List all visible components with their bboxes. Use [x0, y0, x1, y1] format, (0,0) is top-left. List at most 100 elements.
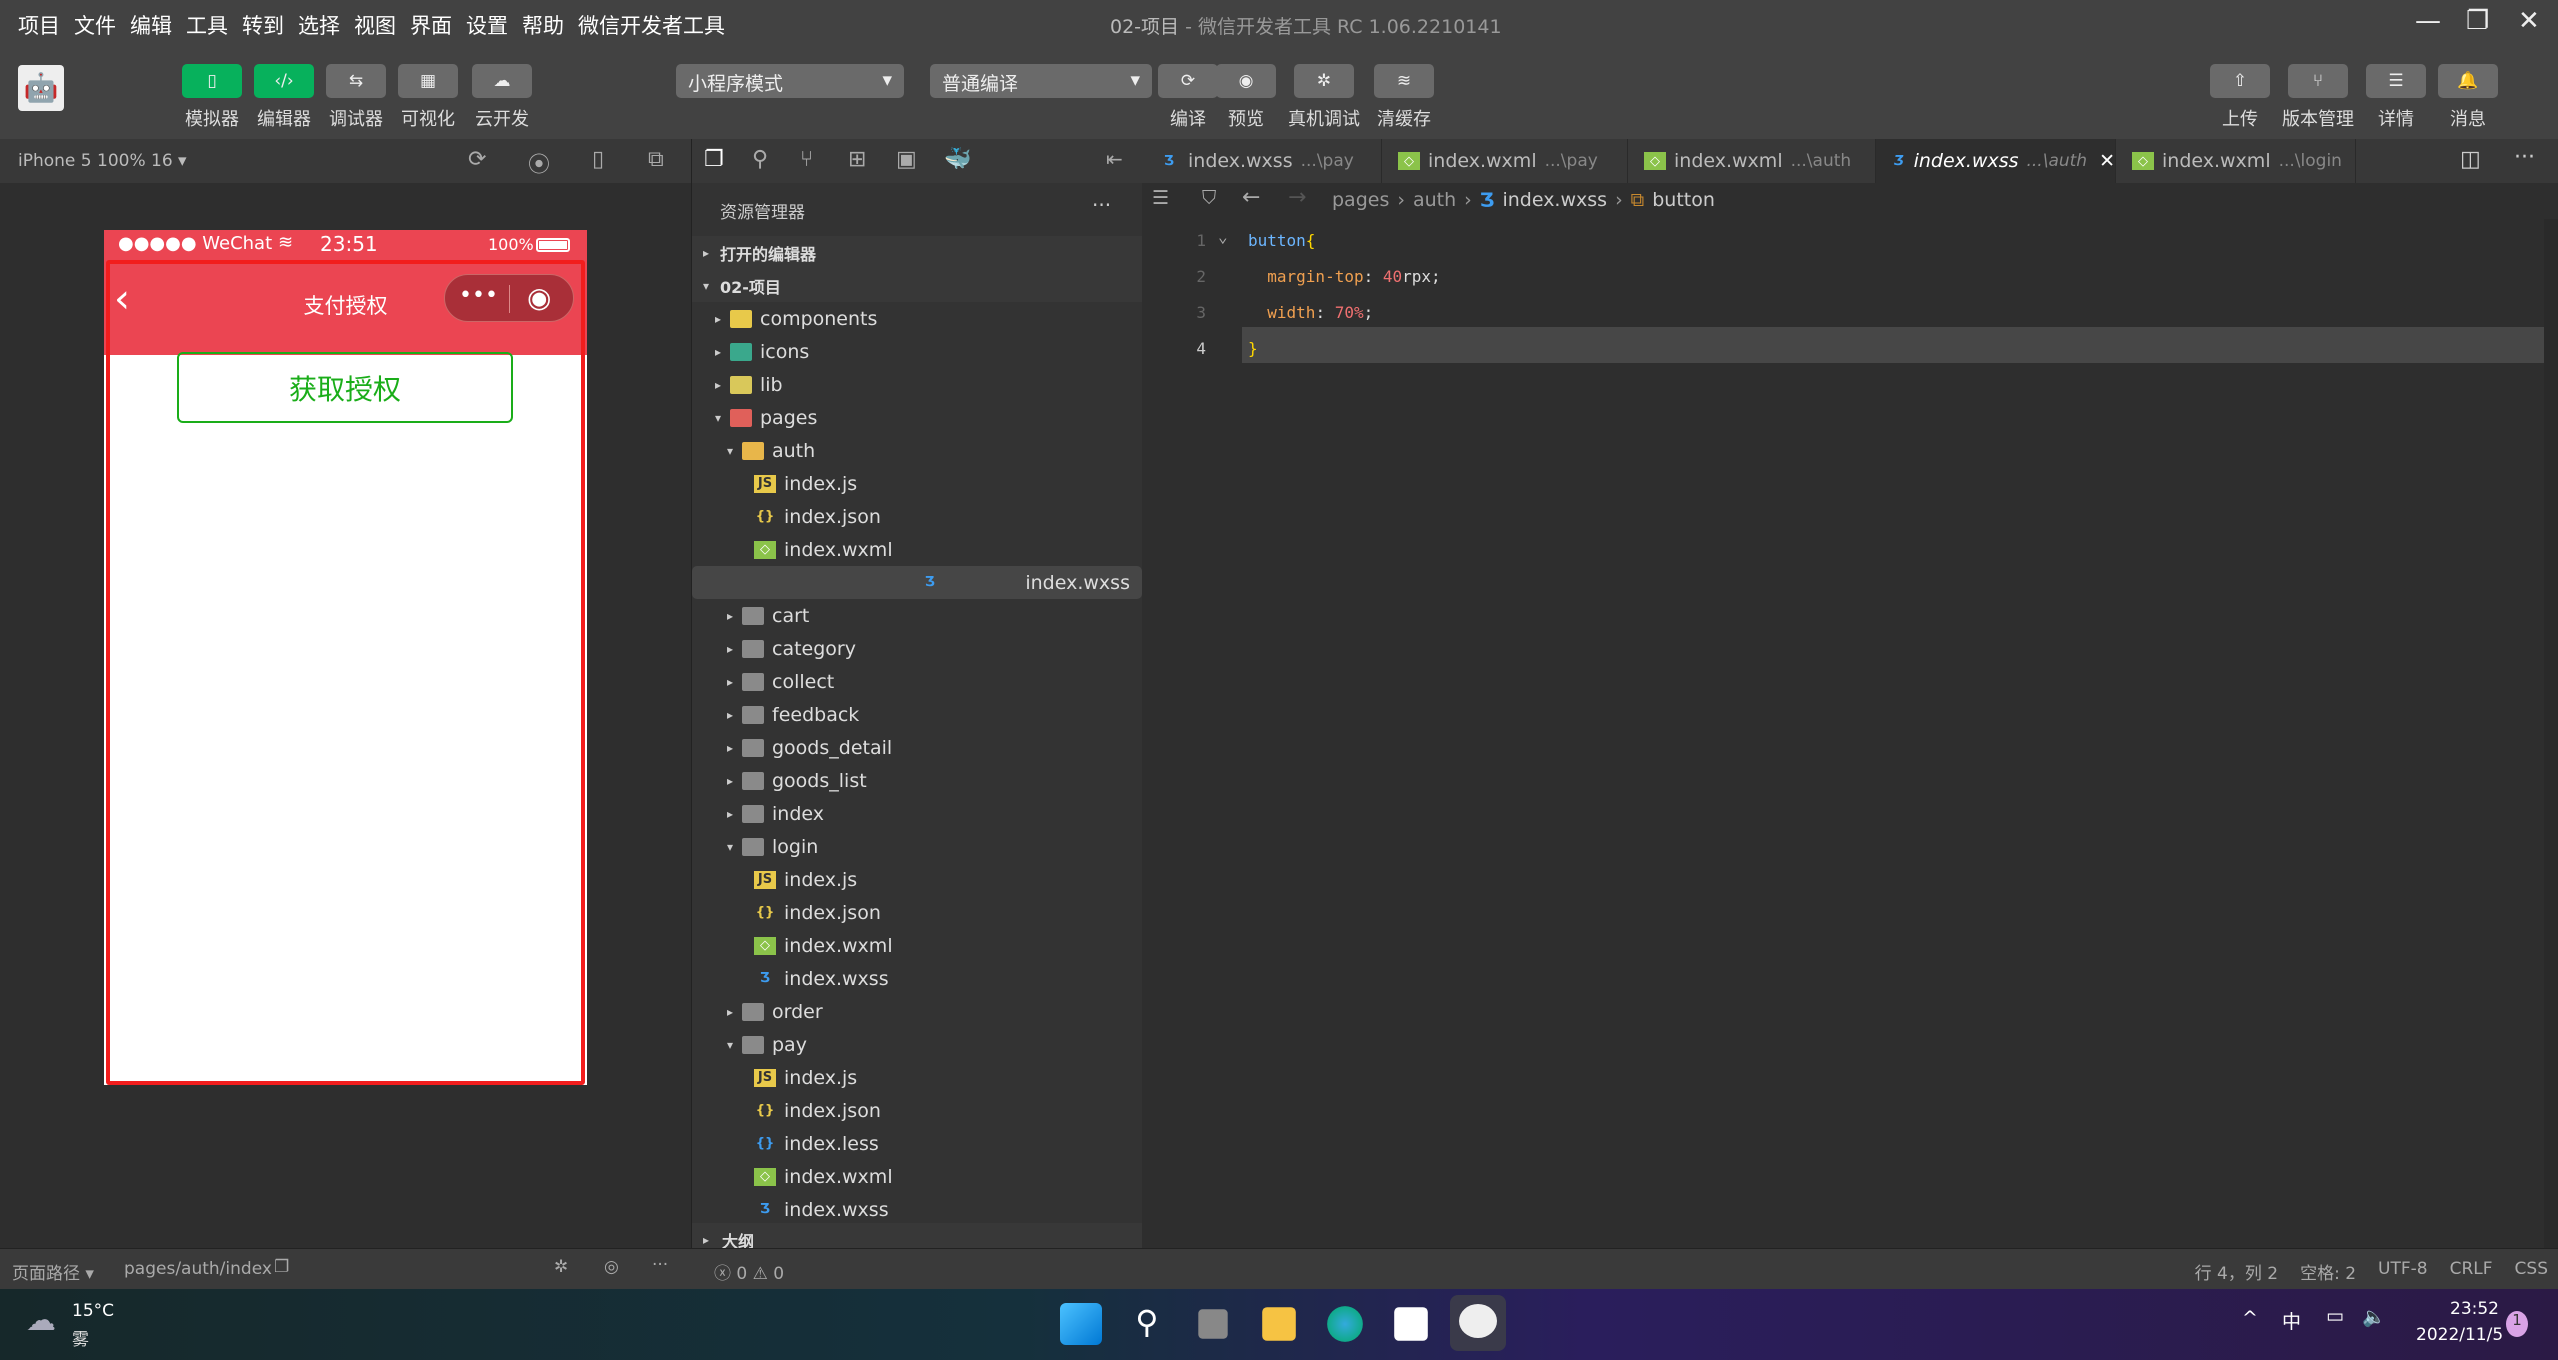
tree-file[interactable]: ◇ index.wxml [692, 533, 1142, 566]
device-select[interactable]: iPhone 5 100% 16 ▾ [18, 151, 187, 171]
files-icon[interactable]: ❐ [704, 147, 724, 172]
breadcrumb-item[interactable]: pages [1332, 189, 1389, 211]
tree-folder[interactable]: ▾ 02-项目 [692, 269, 1142, 302]
tab-index-wxml[interactable]: ◇ index.wxml ...\auth [1628, 139, 1876, 183]
menu-item[interactable]: 转到 [242, 10, 284, 40]
clear-cache-button[interactable]: ≋ [1374, 64, 1434, 98]
menu-item[interactable]: 设置 [466, 10, 508, 40]
menu-item[interactable]: 微信开发者工具 [578, 10, 725, 40]
tree-folder[interactable]: ▸ goods_list [692, 764, 1142, 797]
encoding[interactable]: UTF-8 [2378, 1259, 2428, 1284]
date[interactable]: 2022/11/5 [2416, 1325, 2503, 1345]
network-icon[interactable]: ▭ [2326, 1305, 2344, 1327]
tree-folder[interactable]: ▸ feedback [692, 698, 1142, 731]
tree-file[interactable]: {} index.less [692, 1127, 1142, 1160]
tree-folder[interactable]: ▾ pages [692, 401, 1142, 434]
list-icon[interactable]: ☰ [1152, 187, 1169, 209]
volume-icon[interactable]: 🔈 [2362, 1305, 2386, 1328]
phone-icon[interactable]: ▯ [592, 147, 604, 172]
debugger-button[interactable]: ⇆ [326, 64, 386, 98]
problems-count[interactable]: ⓧ 0 ⚠ 0 [714, 1259, 784, 1284]
menu-item[interactable]: 文件 [74, 10, 116, 40]
more-actions-icon[interactable]: ··· [2514, 145, 2535, 170]
detach-window-icon[interactable]: ⧉ [648, 147, 664, 172]
tree-file[interactable]: Ʒindex.wxss [692, 962, 1142, 995]
tree-folder[interactable]: ▸ order [692, 995, 1142, 1028]
remote-debug-button[interactable]: ✲ [1294, 64, 1354, 98]
search-icon[interactable]: ⚲ [1126, 1303, 1168, 1345]
scrollbar[interactable] [2544, 219, 2558, 1248]
compile-button[interactable]: ⟳ [1158, 64, 1218, 98]
tree-folder[interactable]: ▸ icons [692, 335, 1142, 368]
fold-chevron-icon[interactable]: ⌄ [1218, 227, 1228, 246]
upload-button[interactable]: ⇧ [2210, 64, 2270, 98]
forward-arrow-icon[interactable]: → [1288, 185, 1306, 210]
tree-folder[interactable]: ▸ components [692, 302, 1142, 335]
more-icon[interactable]: ··· [652, 1255, 668, 1275]
notification-badge[interactable]: 1 [2506, 1311, 2528, 1337]
simulator-button[interactable]: ▯ [182, 64, 242, 98]
tree-file[interactable]: JS index.js [692, 467, 1142, 500]
copy-icon[interactable]: ❐ [274, 1257, 289, 1277]
mode-select[interactable]: 小程序模式 ▾ [676, 64, 904, 98]
tree-folder[interactable]: ▸ collect [692, 665, 1142, 698]
cloud-button[interactable]: ☁ [472, 64, 532, 98]
input-method[interactable]: 中 [2282, 1307, 2301, 1334]
close-window-button[interactable]: ✕ [2518, 6, 2540, 36]
tree-folder[interactable]: ▸ index [692, 797, 1142, 830]
file-explorer-icon[interactable] [1262, 1307, 1296, 1341]
avatar[interactable]: 🤖 [18, 65, 64, 111]
tab-index-wxss[interactable]: Ʒindex.wxss ...\pay [1142, 139, 1382, 183]
docker-icon[interactable]: 🐳 [944, 147, 971, 172]
collapse-panel-icon[interactable]: ⇤ [1106, 147, 1123, 171]
tree-file[interactable]: {} index.json [692, 896, 1142, 929]
tree-folder[interactable]: ▾ auth [692, 434, 1142, 467]
line-ending[interactable]: CRLF [2450, 1259, 2493, 1284]
stop-icon[interactable]: ⦿ [528, 147, 550, 179]
code-editor[interactable]: 1 button{2 margin-top: 40rpx; 3 width: 70%… [1142, 219, 2558, 1248]
storage-icon[interactable]: ▣ [896, 147, 917, 172]
tab-index-wxss[interactable]: Ʒindex.wxss ...\auth ✕ [1876, 139, 2116, 183]
rotate-icon[interactable]: ⟳ [468, 147, 486, 172]
visual-button[interactable]: ▦ [398, 64, 458, 98]
split-editor-icon[interactable]: ◫ [2460, 147, 2481, 172]
tree-file[interactable]: JS index.js [692, 1061, 1142, 1094]
messages-button[interactable]: 🔔 [2438, 64, 2498, 98]
tree-folder[interactable]: ▸ goods_detail [692, 731, 1142, 764]
breadcrumb-item[interactable]: index.wxss [1502, 189, 1607, 211]
menu-item[interactable]: 编辑 [130, 10, 172, 40]
start-icon[interactable] [1060, 1303, 1102, 1345]
source-control-icon[interactable]: ⑂ [800, 147, 813, 172]
menu-item[interactable]: 视图 [354, 10, 396, 40]
tree-folder[interactable]: ▸ category [692, 632, 1142, 665]
tab-index-wxml[interactable]: ◇ index.wxml ...\pay [1382, 139, 1628, 183]
tree-folder[interactable]: ▾ pay [692, 1028, 1142, 1061]
menu-item[interactable]: 帮助 [522, 10, 564, 40]
tree-folder[interactable]: ▸ lib [692, 368, 1142, 401]
menu-item[interactable]: 工具 [186, 10, 228, 40]
tree-file[interactable]: {} index.json [692, 1094, 1142, 1127]
tree-folder[interactable]: ▾ login [692, 830, 1142, 863]
tree-file[interactable]: ◇ index.wxml [692, 929, 1142, 962]
cursor-position[interactable]: 行 4，列 2 [2195, 1259, 2278, 1284]
menu-item[interactable]: 选择 [298, 10, 340, 40]
tree-file[interactable]: ◇ index.wxml [692, 1160, 1142, 1193]
tree-folder[interactable]: ▸ 打开的编辑器 [692, 236, 1142, 269]
preview-button[interactable]: ◉ [1216, 64, 1276, 98]
editor-button[interactable]: ‹/› [254, 64, 314, 98]
tree-file[interactable]: {} index.json [692, 500, 1142, 533]
clock[interactable]: 23:52 [2450, 1299, 2499, 1319]
tree-file[interactable]: Ʒindex.wxss [692, 1193, 1142, 1226]
menu-item[interactable]: 项目 [18, 10, 60, 40]
debug-icon[interactable]: ✲ [554, 1257, 568, 1277]
bookmark-icon[interactable]: ⛉ [1202, 187, 1216, 209]
task-view-icon[interactable] [1198, 1309, 1228, 1339]
tab-index-wxml[interactable]: ◇ index.wxml ...\login [2116, 139, 2356, 183]
breadcrumb-item[interactable]: auth [1413, 189, 1456, 211]
indentation[interactable]: 空格: 2 [2300, 1259, 2356, 1284]
tree-folder[interactable]: ▸ cart [692, 599, 1142, 632]
tree-file[interactable]: JS index.js [692, 863, 1142, 896]
version-button[interactable]: ⑂ [2288, 64, 2348, 98]
minimize-button[interactable]: — [2415, 6, 2441, 36]
explorer-more-button[interactable]: ··· [1092, 193, 1111, 217]
